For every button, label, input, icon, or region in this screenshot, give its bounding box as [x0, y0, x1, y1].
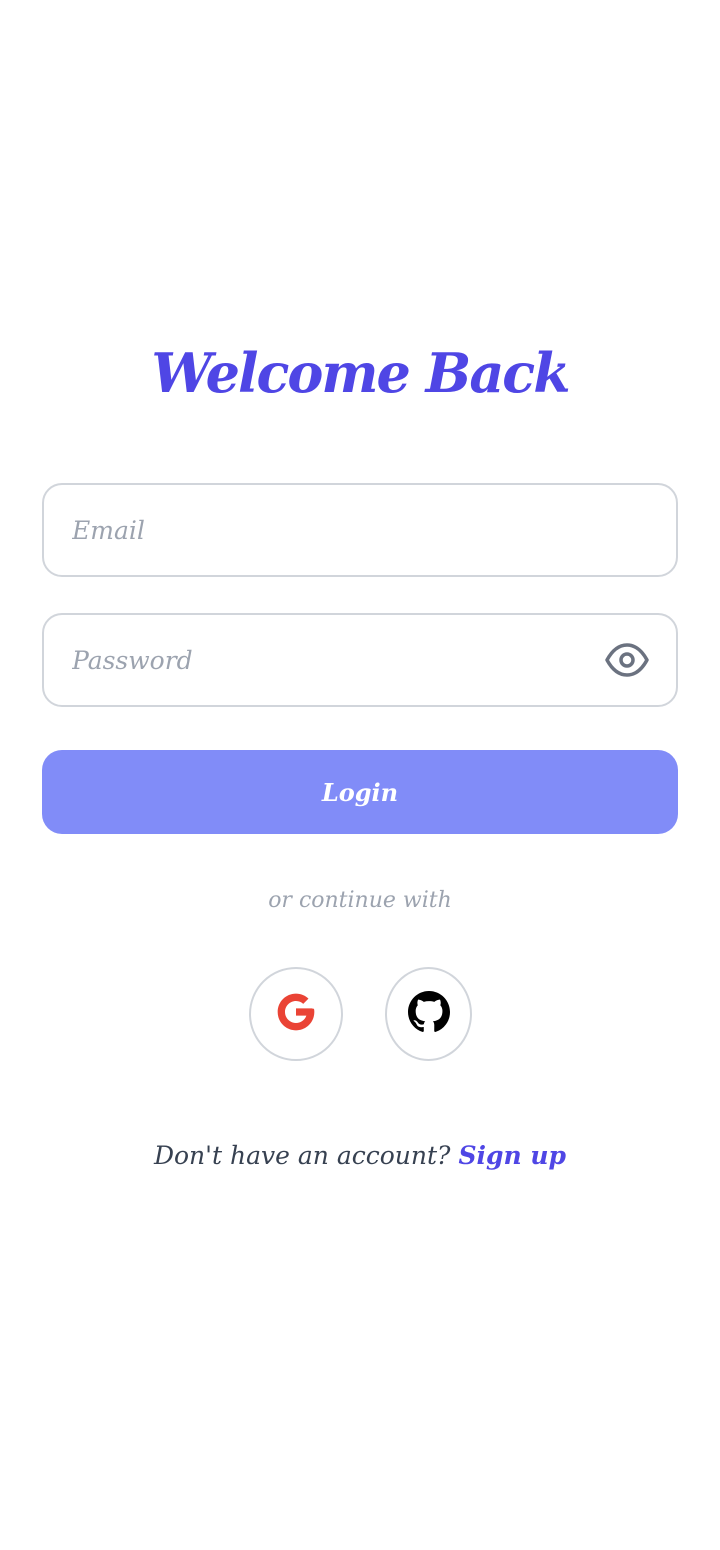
login-screen: Welcome Back Login or continue with Don'	[0, 0, 720, 1550]
eye-icon[interactable]	[604, 642, 650, 678]
signup-prompt: Don't have an account? Sign up	[0, 1136, 720, 1176]
password-field-container[interactable]	[42, 613, 678, 707]
github-login-button[interactable]	[385, 967, 472, 1061]
divider-text: or continue with	[268, 888, 452, 913]
password-field[interactable]	[72, 615, 592, 705]
page-title: Welcome Back	[151, 341, 570, 405]
google-icon	[274, 990, 318, 1038]
email-field[interactable]	[72, 485, 592, 575]
email-field-container[interactable]	[42, 483, 678, 577]
signup-link[interactable]: Sign up	[458, 1141, 566, 1170]
signup-prompt-text: Don't have an account?	[153, 1141, 451, 1170]
login-button[interactable]: Login	[42, 750, 678, 834]
github-icon	[407, 991, 450, 1037]
google-login-button[interactable]	[249, 967, 343, 1061]
